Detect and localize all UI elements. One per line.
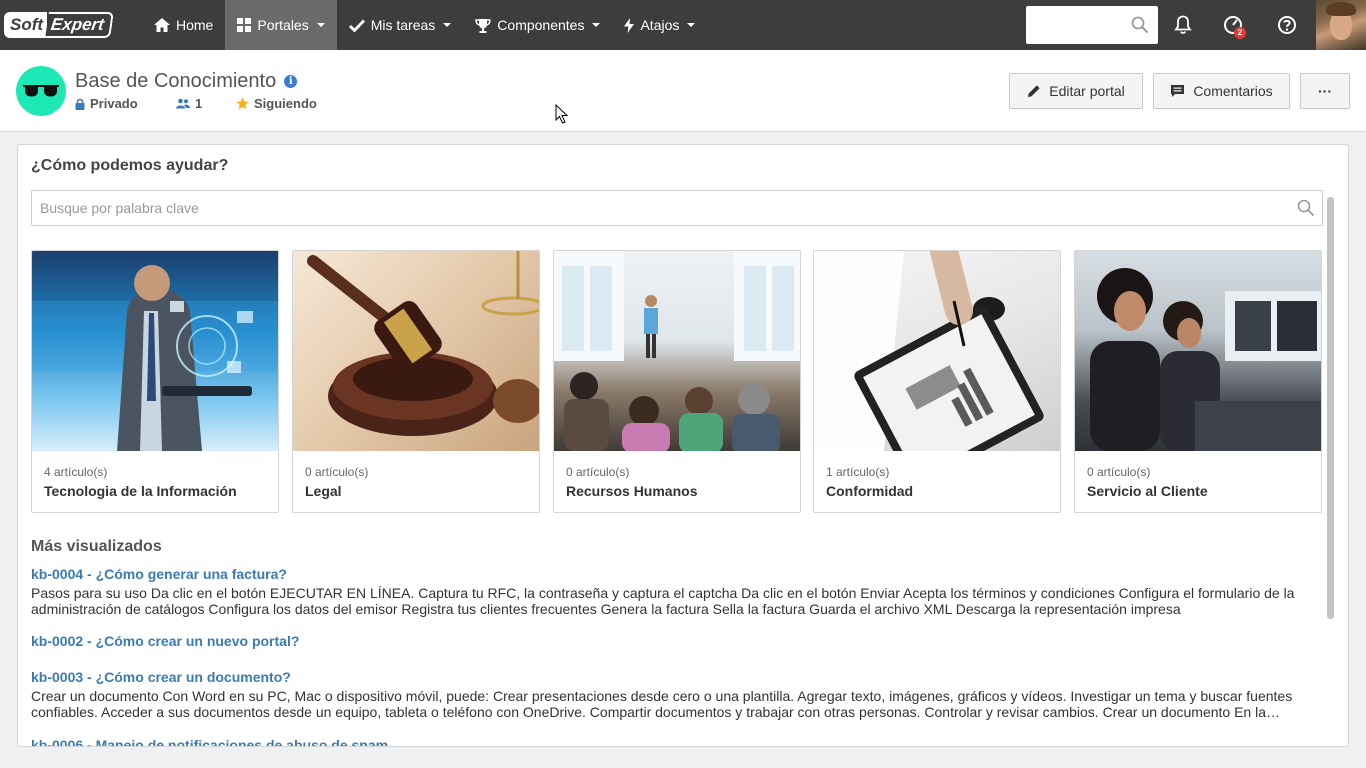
keyword-search-input[interactable]	[31, 190, 1323, 226]
nav-portales-label: Portales	[257, 17, 309, 33]
knowledge-base-panel: ¿Cómo podemos ayudar? 4 artículo(s) Tecn…	[17, 144, 1349, 747]
avatar-hair	[1326, 2, 1356, 16]
trophy-icon	[475, 18, 491, 33]
edit-portal-label: Editar portal	[1049, 83, 1125, 99]
nav-home-label: Home	[176, 17, 214, 33]
logo-soft-text: Soft	[4, 11, 48, 38]
privacy-indicator: Privado	[75, 96, 176, 111]
charts-document-photo	[814, 251, 1060, 451]
following-label: Siguiendo	[254, 96, 317, 111]
page-title: Base de Conocimiento i	[75, 70, 298, 93]
technology-photo	[32, 251, 278, 451]
chevron-down-icon	[687, 23, 696, 27]
comments-label: Comentarios	[1193, 83, 1273, 99]
category-tile-customer-service[interactable]: 0 artículo(s) Servicio al Cliente	[1074, 250, 1322, 513]
users-icon	[176, 98, 190, 109]
category-name: Conformidad	[826, 483, 914, 499]
more-options-button[interactable]: ···	[1300, 73, 1350, 109]
search-icon[interactable]	[1131, 16, 1149, 34]
home-icon	[154, 18, 170, 32]
main-nav: Home Portales Mis tareas Componentes Ata…	[142, 0, 707, 50]
portal-meta: Privado 1 Siguiendo	[75, 96, 317, 111]
category-name: Tecnologia de la Información	[44, 483, 237, 499]
chevron-down-icon	[316, 23, 325, 27]
article-link[interactable]: kb-0003 - ¿Cómo crear un documento?	[31, 669, 1311, 685]
category-name: Legal	[305, 483, 342, 499]
call-center-photo	[1075, 251, 1321, 451]
article-item: kb-0004 - ¿Cómo generar una factura? Pas…	[31, 566, 1311, 617]
chevron-down-icon	[443, 23, 452, 27]
scrollbar-thumb[interactable]	[1327, 197, 1334, 619]
category-article-count: 1 artículo(s)	[826, 465, 890, 479]
info-icon[interactable]: i	[284, 75, 298, 88]
check-icon	[348, 19, 365, 32]
article-summary: Pasos para su uso Da clic en el botón EJ…	[31, 585, 1295, 617]
article-item: kb-0006 - Manejo de notificaciones de ab…	[31, 737, 1311, 746]
category-article-count: 0 artículo(s)	[566, 465, 630, 479]
privacy-label: Privado	[90, 96, 138, 111]
glasses-icon	[23, 85, 59, 97]
bell-icon[interactable]	[1172, 14, 1194, 36]
article-item: kb-0002 - ¿Cómo crear un nuevo portal?	[31, 633, 1311, 652]
category-tile-conformity[interactable]: 1 artículo(s) Conformidad	[813, 250, 1061, 513]
category-tile-technology[interactable]: 4 artículo(s) Tecnologia de la Informaci…	[31, 250, 279, 513]
nav-atajos-label: Atajos	[640, 17, 680, 33]
category-tile-legal[interactable]: 0 artículo(s) Legal	[292, 250, 540, 513]
category-tile-hr[interactable]: 0 artículo(s) Recursos Humanos	[553, 250, 801, 513]
portal-header: Base de Conocimiento i Privado 1 Siguien…	[0, 50, 1366, 132]
nav-mis-tareas-label: Mis tareas	[370, 17, 436, 33]
comment-icon	[1171, 85, 1185, 97]
more-options-label: ···	[1318, 83, 1332, 99]
most-viewed-heading: Más visualizados	[31, 538, 162, 555]
lock-icon	[75, 98, 85, 110]
top-navbar: Soft Expert Home Portales Mis tareas Com…	[0, 0, 1366, 50]
notification-badge: 2	[1234, 27, 1246, 39]
help-heading: ¿Cómo podemos ayudar?	[31, 157, 229, 174]
following-indicator[interactable]: Siguiendo	[236, 96, 317, 111]
nav-home[interactable]: Home	[142, 0, 225, 50]
pencil-icon	[1028, 85, 1040, 97]
chevron-down-icon	[592, 23, 601, 27]
category-name: Recursos Humanos	[566, 483, 698, 499]
members-indicator[interactable]: 1	[176, 96, 236, 111]
training-room-photo	[554, 251, 800, 451]
article-link[interactable]: kb-0002 - ¿Cómo crear un nuevo portal?	[31, 633, 1311, 649]
category-article-count: 4 artículo(s)	[44, 465, 108, 479]
category-name: Servicio al Cliente	[1087, 483, 1208, 499]
members-count: 1	[195, 96, 203, 111]
gavel-photo	[293, 251, 539, 451]
help-icon[interactable]	[1276, 14, 1298, 36]
article-item: kb-0003 - ¿Cómo crear un documento? Crea…	[31, 669, 1311, 720]
mouse-cursor-icon	[555, 104, 569, 124]
search-icon[interactable]	[1297, 199, 1315, 217]
user-avatar[interactable]	[1316, 0, 1366, 50]
edit-portal-button[interactable]: Editar portal	[1009, 73, 1143, 109]
grid-icon	[237, 18, 252, 32]
article-link[interactable]: kb-0004 - ¿Cómo generar una factura?	[31, 566, 1311, 582]
portal-title-text: Base de Conocimiento	[75, 70, 277, 92]
portal-avatar	[16, 66, 66, 116]
bolt-icon	[624, 17, 635, 33]
logo-expert-text: Expert	[45, 11, 114, 38]
nav-componentes[interactable]: Componentes	[463, 0, 612, 50]
comments-button[interactable]: Comentarios	[1153, 73, 1290, 109]
article-link[interactable]: kb-0006 - Manejo de notificaciones de ab…	[31, 737, 1311, 746]
nav-atajos[interactable]: Atajos	[612, 0, 707, 50]
nav-portales[interactable]: Portales	[225, 0, 337, 50]
nav-mis-tareas[interactable]: Mis tareas	[337, 0, 464, 50]
nav-componentes-label: Componentes	[497, 17, 585, 33]
category-article-count: 0 artículo(s)	[305, 465, 369, 479]
softexpert-logo[interactable]: Soft Expert	[4, 11, 114, 38]
category-article-count: 0 artículo(s)	[1087, 465, 1151, 479]
star-icon	[236, 97, 249, 110]
article-summary: Crear un documento Con Word en su PC, Ma…	[31, 688, 1293, 720]
